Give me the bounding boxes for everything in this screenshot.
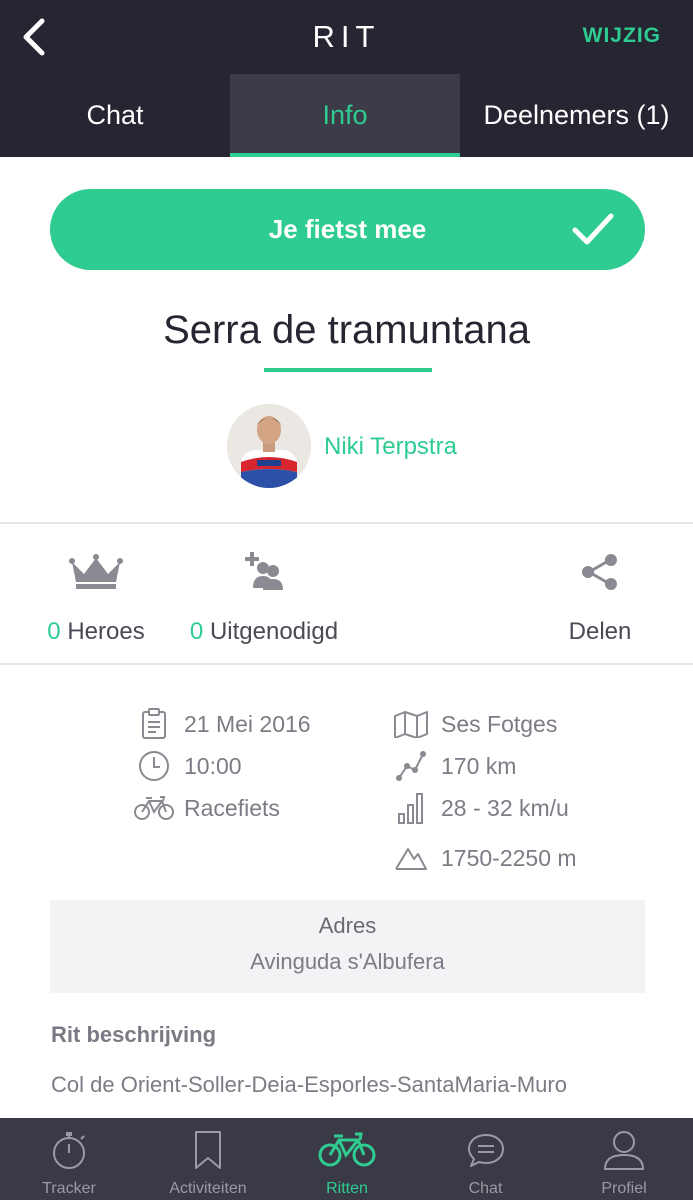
detail-distance: 170 km xyxy=(391,749,516,783)
clipboard-icon xyxy=(142,708,166,739)
person-icon xyxy=(604,1131,644,1170)
ride-title: Serra de tramuntana xyxy=(163,308,530,352)
nav-activities[interactable]: Activiteiten xyxy=(138,1118,278,1200)
add-people-icon xyxy=(245,552,283,590)
start-location: Ses Fotges xyxy=(441,710,558,737)
edit-button[interactable]: WIJZIG xyxy=(583,24,661,48)
heroes-count: 0 xyxy=(47,618,61,645)
tab-chat[interactable]: Chat xyxy=(0,74,230,157)
host-photo xyxy=(227,404,311,488)
invited-label: Uitgenodigd xyxy=(209,618,339,645)
crown-icon xyxy=(69,554,123,589)
address-box[interactable]: Adres Avinguda s'Albufera xyxy=(50,900,645,993)
detail-elevation: 1750-2250 m xyxy=(391,841,577,875)
bicycle-icon xyxy=(134,796,174,820)
tab-info[interactable]: Info xyxy=(230,74,460,157)
invited-count: 0 xyxy=(189,618,204,645)
ride-speed: 28 - 32 km/u xyxy=(441,794,569,821)
join-ride-button[interactable]: Je fietst mee xyxy=(50,189,645,270)
nav-chat-label: Chat xyxy=(468,1180,503,1197)
nav-chat[interactable]: Chat xyxy=(416,1118,555,1200)
detail-time: 10:00 xyxy=(134,749,242,783)
detail-date: 21 Mei 2016 xyxy=(134,707,311,741)
detail-bike-type: Racefiets xyxy=(134,791,280,825)
tab-bar: Chat Info Deelnemers (1) xyxy=(0,74,693,157)
description-label: Rit beschrijving xyxy=(51,1022,217,1047)
heroes-label: Heroes xyxy=(67,618,145,645)
nav-rides-label: Ritten xyxy=(326,1180,368,1197)
bookmark-icon xyxy=(195,1131,221,1169)
ride-time: 10:00 xyxy=(184,752,242,779)
avatar[interactable] xyxy=(227,404,311,488)
top-bar: RIT WIJZIG xyxy=(0,0,693,74)
stopwatch-icon xyxy=(53,1132,85,1169)
heroes-stat[interactable]: 0 Heroes xyxy=(44,548,148,646)
chat-bubble-icon xyxy=(467,1134,504,1167)
share-label: Delen xyxy=(568,618,632,645)
title-underline xyxy=(264,368,432,372)
ride-elevation: 1750-2250 m xyxy=(441,844,577,871)
nav-profile-label: Profiel xyxy=(601,1180,647,1197)
mountain-icon xyxy=(395,848,427,870)
nav-activities-label: Activiteiten xyxy=(169,1180,247,1197)
share-button[interactable]: Delen xyxy=(560,548,640,646)
share-icon xyxy=(582,554,617,590)
description-text: Col de Orient-Soller-Deia-Esporles-Santa… xyxy=(51,1072,567,1097)
route-icon xyxy=(396,751,426,781)
detail-speed: 28 - 32 km/u xyxy=(391,791,569,825)
nav-tracker[interactable]: Tracker xyxy=(0,1118,138,1200)
clock-icon xyxy=(139,751,169,781)
divider xyxy=(0,663,693,665)
speed-bars-icon xyxy=(398,793,423,824)
join-ride-label: Je fietst mee xyxy=(268,214,427,244)
nav-rides[interactable]: Ritten xyxy=(278,1118,416,1200)
map-icon xyxy=(394,711,428,738)
page-title: RIT xyxy=(312,19,381,54)
bottom-nav: Tracker Activiteiten Ritten Chat Profiel xyxy=(0,1118,693,1200)
nav-tracker-label: Tracker xyxy=(42,1180,96,1197)
nav-profile[interactable]: Profiel xyxy=(555,1118,693,1200)
chevron-left-icon xyxy=(23,18,45,56)
ride-date: 21 Mei 2016 xyxy=(184,710,311,737)
address-label: Adres xyxy=(318,913,377,938)
detail-location: Ses Fotges xyxy=(391,707,557,741)
divider xyxy=(0,522,693,524)
host-name-link[interactable]: Niki Terpstra xyxy=(324,433,457,461)
bike-type: Racefiets xyxy=(184,794,280,821)
bicycle-icon xyxy=(318,1132,376,1167)
address-value: Avinguda s'Albufera xyxy=(250,949,445,974)
tab-participants[interactable]: Deelnemers (1) xyxy=(460,74,693,157)
ride-distance: 170 km xyxy=(441,752,517,779)
checkmark-icon xyxy=(572,213,614,245)
invited-stat[interactable]: 0 Uitgenodigd xyxy=(184,548,344,646)
back-button[interactable] xyxy=(14,16,54,58)
